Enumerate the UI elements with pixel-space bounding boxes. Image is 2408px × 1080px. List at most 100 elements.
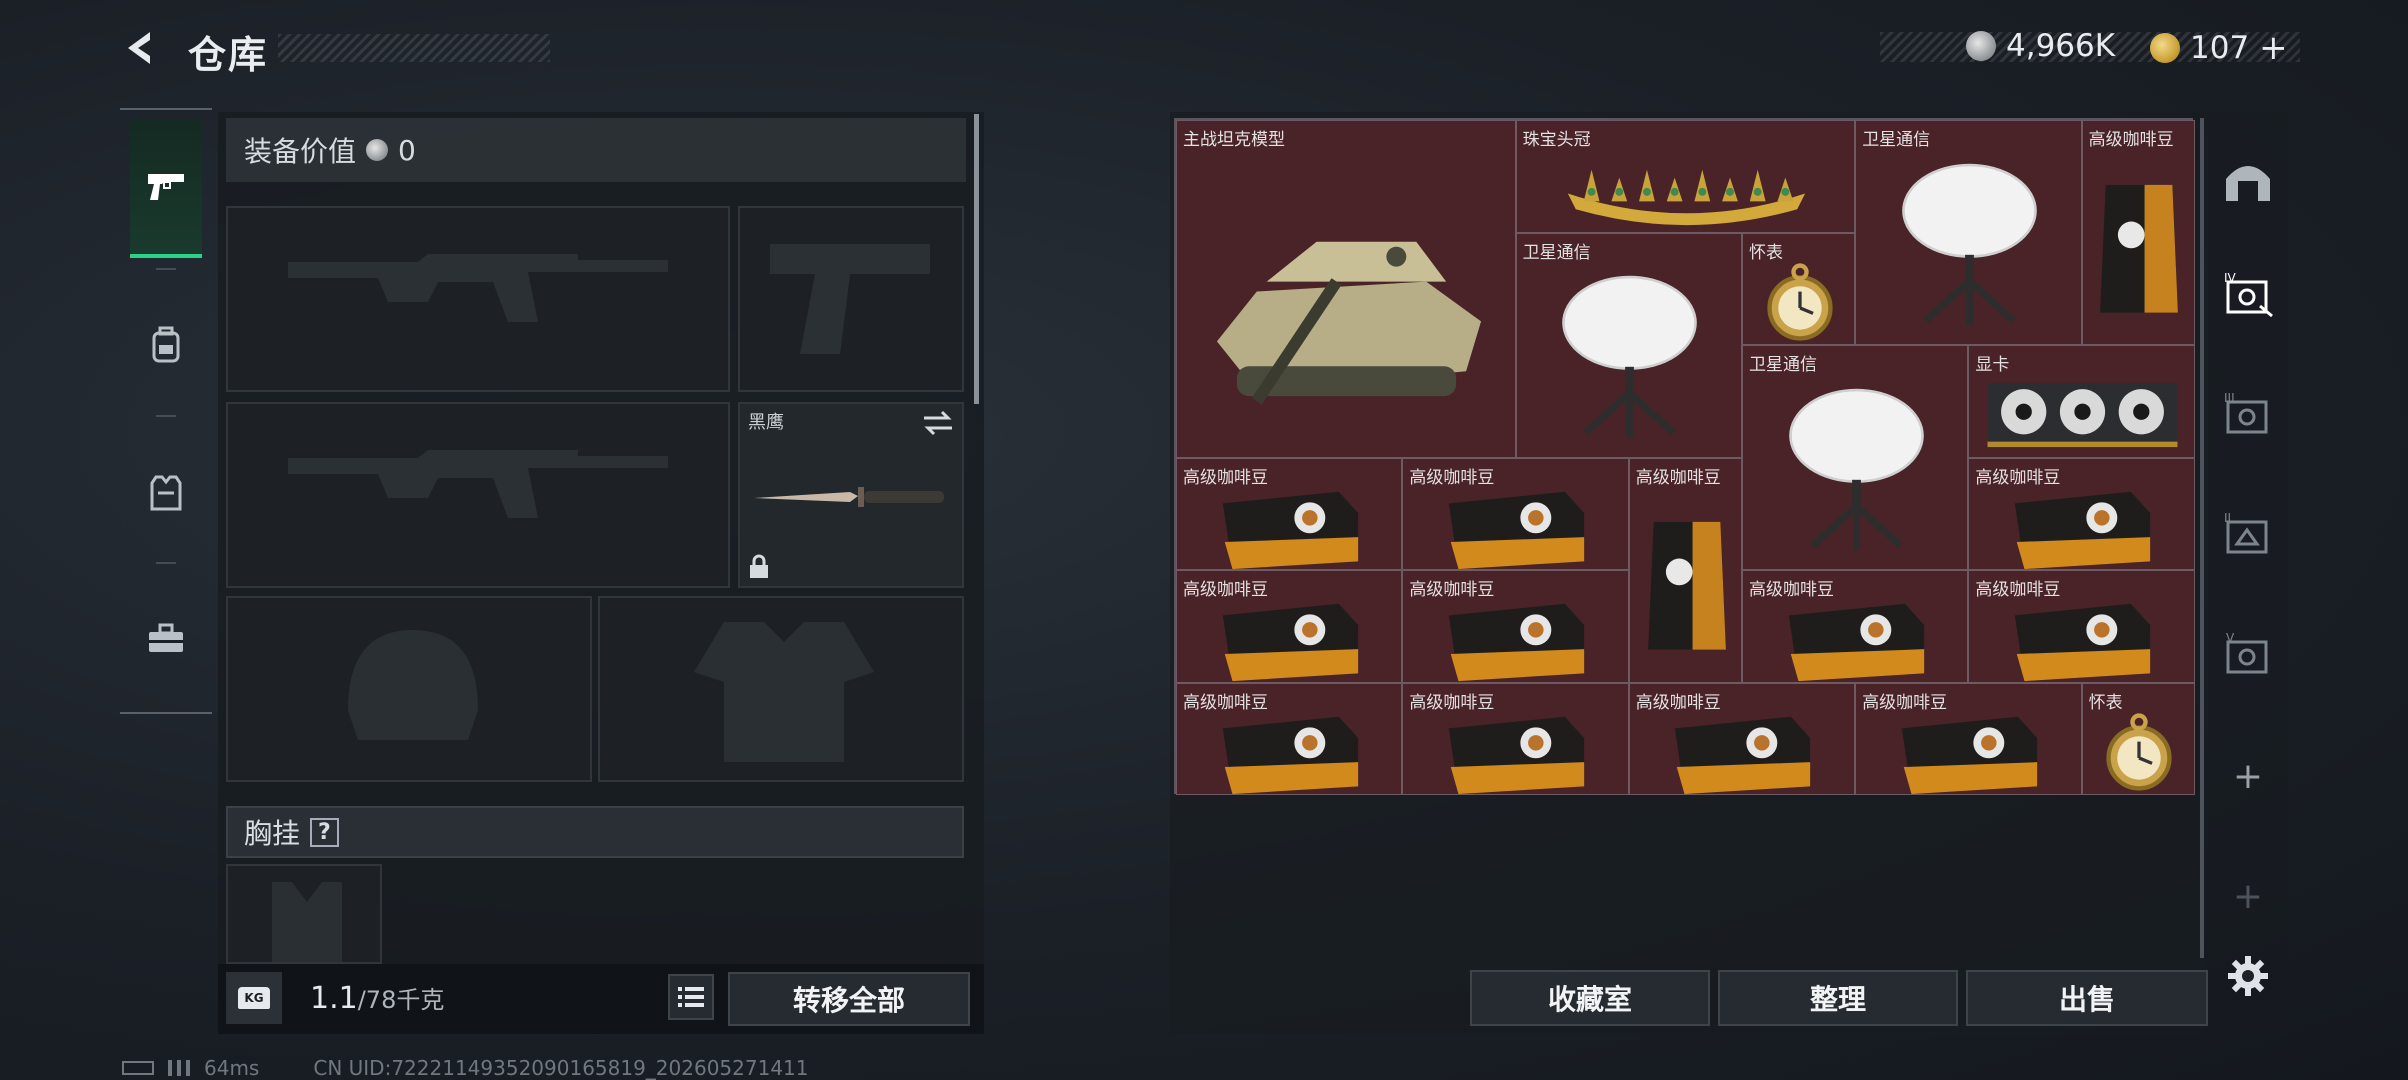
pistol-icon xyxy=(148,174,184,200)
storage-item-coffee-box[interactable]: 高级咖啡豆 xyxy=(1402,682,1629,795)
storage-item-coffee-box[interactable]: 高级咖啡豆 xyxy=(1968,570,2195,683)
coffee-pack-icon xyxy=(1448,491,1585,569)
storage-item-satellite[interactable]: 卫星通信 xyxy=(1855,120,2082,345)
collection-room-button[interactable]: 收藏室 xyxy=(1470,970,1710,1026)
storage-item-image xyxy=(2089,158,2189,338)
nav-weapons[interactable] xyxy=(130,120,202,258)
storage-item-coffee-box[interactable]: 高级咖啡豆 xyxy=(1855,682,2082,795)
storage-item-coffee-box[interactable]: 高级咖啡豆 xyxy=(1968,457,2195,570)
satellite-dish-icon xyxy=(1562,275,1697,438)
armor-slot[interactable] xyxy=(598,596,964,782)
coffee-pack-icon xyxy=(1222,603,1358,682)
storage-item-gpu[interactable]: 显卡 xyxy=(1968,345,2195,458)
storage-item-image xyxy=(1417,596,1616,682)
storage-item-image xyxy=(1191,596,1390,682)
storage-tab-ii[interactable]: II xyxy=(2218,504,2278,564)
melee-slot[interactable]: 黑鹰 xyxy=(738,402,964,588)
category-nav xyxy=(120,108,212,714)
secondary-weapon-slot[interactable] xyxy=(226,402,730,588)
coffee-pack-icon xyxy=(1901,716,2037,794)
storage-item-image xyxy=(1197,170,1496,437)
storage-item-image xyxy=(1191,484,1390,570)
storage-item-tank[interactable]: 主战坦克模型 xyxy=(1176,120,1516,458)
helmet-slot[interactable] xyxy=(226,596,592,782)
storage-item-image xyxy=(1757,383,1956,563)
storage-tab-v[interactable]: V xyxy=(2218,624,2278,684)
storage-item-label: 高级咖啡豆 xyxy=(1635,467,1721,488)
weight-icon: KG xyxy=(226,972,282,1024)
storage-item-label: 高级咖啡豆 xyxy=(2088,130,2174,150)
nav-backpack[interactable] xyxy=(130,278,202,412)
weight-readout: 1.1 /78千克 xyxy=(310,980,444,1016)
storage-scrollbar[interactable] xyxy=(2200,118,2204,958)
gold-add-icon[interactable]: + xyxy=(2259,28,2288,68)
storage-item-image xyxy=(1417,709,1616,795)
list-view-button[interactable] xyxy=(668,974,714,1020)
uid-readout: CN UID:7222114935209016581​9_20260527141… xyxy=(313,1056,809,1080)
transfer-all-button[interactable]: 转移全部 xyxy=(728,972,970,1026)
chest-rig-header: 胸挂 ? xyxy=(226,806,964,858)
storage-tab-iii[interactable]: III xyxy=(2218,384,2278,444)
equipment-scrollbar[interactable] xyxy=(974,114,979,404)
add-storage-icon[interactable]: + xyxy=(2218,746,2278,806)
nav-separator xyxy=(156,562,176,564)
settings-gear-icon[interactable] xyxy=(2218,946,2278,1006)
graphics-card-icon xyxy=(1987,382,2178,448)
help-icon[interactable]: ? xyxy=(310,817,339,847)
silver-currency: 4,966K xyxy=(1966,28,2115,64)
coffee-pack-icon xyxy=(1222,716,1358,794)
equipment-value-label: 装备价值 xyxy=(244,135,357,168)
svg-text:V: V xyxy=(2226,631,2235,645)
toolbox-icon xyxy=(149,623,183,652)
battery-icon xyxy=(122,1061,154,1075)
add-storage-icon-disabled: + xyxy=(2232,875,2264,917)
storage-item-coffee-box[interactable]: 高级咖啡豆 xyxy=(1176,457,1403,570)
coffee-pack-icon xyxy=(2014,491,2151,569)
chest-rig-silhouette-icon xyxy=(272,882,342,962)
storage-item-coffee-bag[interactable]: 高级咖啡豆 xyxy=(2081,120,2195,345)
sidearm-slot[interactable] xyxy=(738,206,964,392)
storage-item-tiara[interactable]: 珠宝头冠 xyxy=(1515,120,1856,233)
safe-iv-icon: IV xyxy=(2224,271,2273,318)
storage-item-pocket-watch[interactable]: 怀表 xyxy=(2081,682,2195,795)
status-bar: 64ms CN UID:7222114935209016581​9_202605… xyxy=(122,1056,809,1080)
storage-item-coffee-box[interactable]: 高级咖啡豆 xyxy=(1176,682,1403,795)
storage-grid: 主战坦克模型 珠宝头冠 卫星通信 高级咖啡豆 卫星通信 怀表 卫星通信 显卡 高级咖啡豆 高级咖啡… xyxy=(1174,118,2195,795)
nav-toolbox[interactable] xyxy=(130,572,202,706)
silver-amount: 4,966K xyxy=(2006,28,2116,64)
back-arrow-icon[interactable] xyxy=(118,26,162,70)
pistol-silhouette-icon xyxy=(770,244,930,354)
storage-item-image xyxy=(1983,484,2182,570)
svg-text:IV: IV xyxy=(2224,271,2237,285)
storage-item-satellite[interactable]: 卫星通信 xyxy=(1515,232,1742,458)
storage-tab-home[interactable] xyxy=(2218,150,2278,210)
storage-item-image xyxy=(1983,596,2182,682)
storage-item-image xyxy=(1537,146,1836,232)
storage-item-label: 卫星通信 xyxy=(1749,355,1817,375)
storage-item-pocket-watch[interactable]: 怀表 xyxy=(1742,232,1856,345)
storage-item-coffee-box[interactable]: 高级咖啡豆 xyxy=(1176,570,1403,683)
gold-currency[interactable]: 107 + xyxy=(2150,28,2288,68)
storage-item-coffee-bag[interactable]: 高级咖啡豆 xyxy=(1628,457,1742,683)
sort-button[interactable]: 整理 xyxy=(1718,970,1958,1026)
chest-rig-slot[interactable] xyxy=(226,864,382,964)
storage-item-coffee-box[interactable]: 高级咖啡豆 xyxy=(1628,682,1856,795)
coffee-pack-icon xyxy=(1788,603,1924,682)
coffee-bag-icon xyxy=(2100,184,2179,313)
list-icon xyxy=(678,987,704,1007)
nav-vest[interactable] xyxy=(130,426,202,560)
coffee-bag-icon xyxy=(1647,522,1726,650)
storage-item-satellite[interactable]: 卫星通信 xyxy=(1742,345,1969,570)
pocket-watch-icon xyxy=(2106,712,2172,791)
silver-coin-icon xyxy=(1966,31,1996,61)
sell-button[interactable]: 出售 xyxy=(1966,970,2208,1026)
gold-coin-icon xyxy=(2150,33,2180,63)
storage-item-coffee-box[interactable]: 高级咖啡豆 xyxy=(1742,570,1969,683)
melee-item-label: 黑鹰 xyxy=(748,412,784,433)
gold-amount: 107 xyxy=(2190,30,2250,66)
storage-tab-iv[interactable]: IV xyxy=(2218,264,2278,324)
storage-item-coffee-box[interactable]: 高级咖啡豆 xyxy=(1402,570,1629,683)
primary-weapon-slot[interactable] xyxy=(226,206,730,392)
storage-item-image xyxy=(1757,596,1956,682)
storage-item-coffee-box[interactable]: 高级咖啡豆 xyxy=(1402,457,1629,570)
